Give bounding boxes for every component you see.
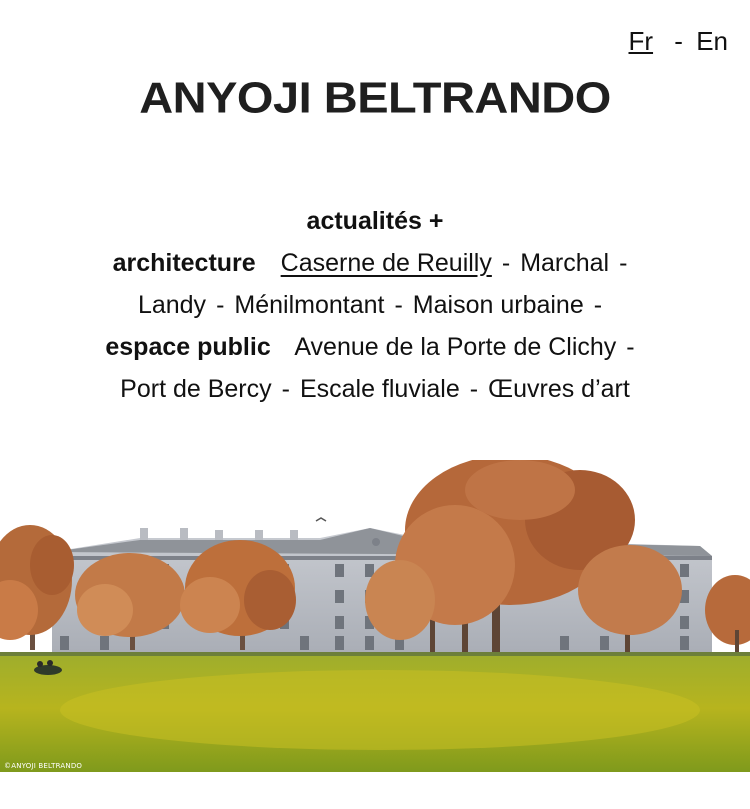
nav-separator: - (626, 333, 635, 361)
image-credit: ©ANYOJI BELTRANDO (4, 762, 83, 770)
nav-item-avenue-porte-de-clichy[interactable]: Avenue de la Porte de Clichy (294, 333, 616, 361)
nav-item-maison-urbaine[interactable]: Maison urbaine (413, 291, 584, 319)
language-switcher: Fr - En (629, 26, 729, 57)
nav-separator: - (593, 291, 603, 319)
nav-item-landy[interactable]: Landy (138, 291, 206, 319)
nav-item-marchal[interactable]: Marchal (520, 249, 609, 277)
hero-illustration (0, 460, 750, 772)
nav-row-architecture-1: architecture Caserne de Reuilly - Marchal - (0, 242, 750, 284)
lang-fr-link[interactable]: Fr (629, 26, 654, 56)
nav-item-port-de-bercy[interactable]: Port de Bercy (120, 375, 271, 403)
main-nav: actualités + architecture Caserne de Reu… (0, 200, 750, 410)
nav-item-oeuvres-dart[interactable]: Œuvres d’art (488, 375, 630, 403)
lang-en-link[interactable]: En (696, 26, 728, 56)
nav-item-escale-fluviale[interactable]: Escale fluviale (300, 375, 460, 403)
site-logo[interactable]: ANYOJI BELTRANDO (0, 72, 750, 123)
nav-row-news: actualités + (0, 200, 750, 242)
nav-category-espace-public: espace public (105, 333, 271, 361)
nav-separator: - (281, 375, 290, 403)
nav-row-public-space-1: espace public Avenue de la Porte de Clic… (0, 326, 750, 368)
nav-category-architecture: architecture (112, 249, 256, 277)
nav-row-architecture-2: Landy - Ménilmontant - Maison urbaine - (0, 284, 750, 326)
nav-row-public-space-2: Port de Bercy - Escale fluviale - Œuvres d’a… (0, 368, 750, 410)
nav-separator: - (619, 249, 628, 277)
nav-item-menilmontant[interactable]: Ménilmontant (234, 291, 384, 319)
nav-separator: - (394, 291, 403, 319)
nav-item-caserne-de-reuilly[interactable]: Caserne de Reuilly (281, 249, 492, 277)
hero-image[interactable]: ©ANYOJI BELTRANDO (0, 460, 750, 772)
nav-separator: - (501, 249, 511, 277)
lang-separator: - (674, 26, 683, 56)
nav-separator: - (216, 291, 225, 319)
nav-news-link[interactable]: actualités + (307, 207, 444, 235)
nav-separator: - (469, 375, 479, 403)
